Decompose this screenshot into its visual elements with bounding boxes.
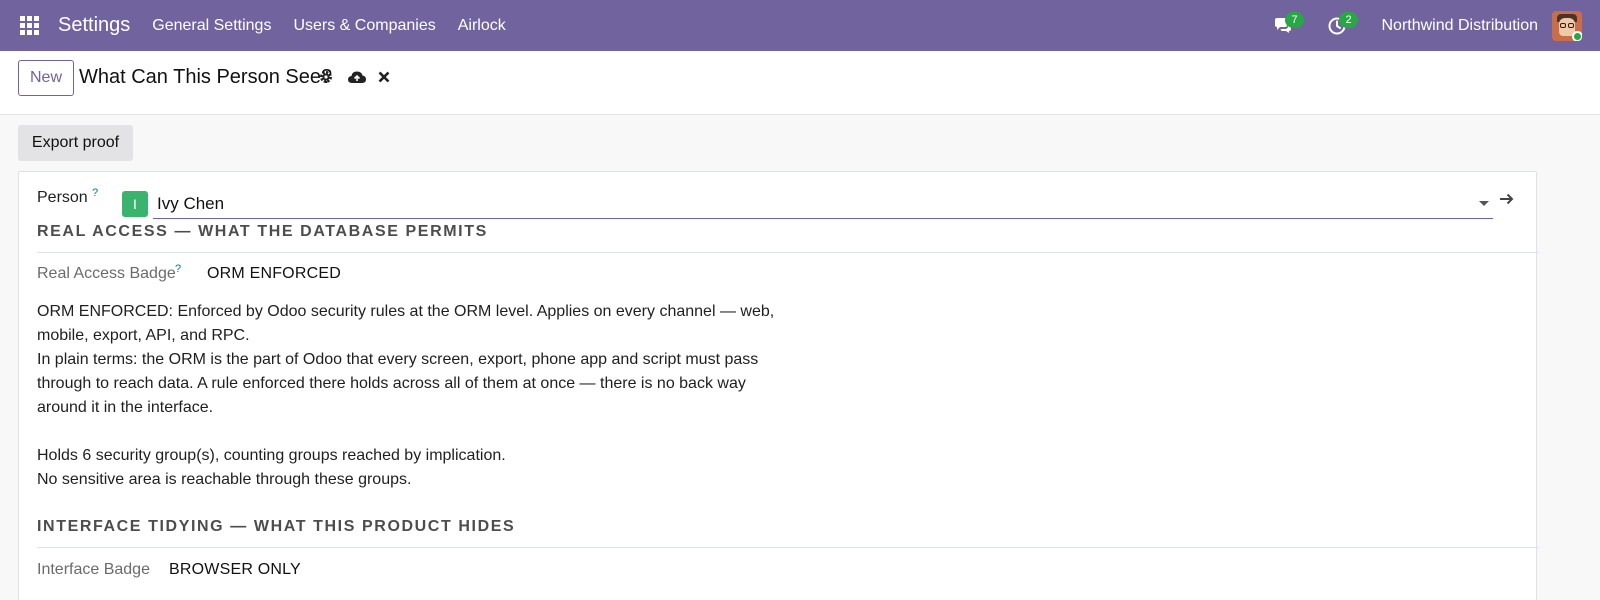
open-record-arrow-icon[interactable] — [1499, 192, 1515, 206]
menu-users-companies[interactable]: Users & Companies — [293, 17, 435, 35]
real-access-section-title: REAL ACCESS — WHAT THE DATABASE PERMITS — [37, 223, 488, 240]
real-access-badge-label: Real Access Badge — [37, 265, 176, 282]
messages-count-badge: 7 — [1285, 12, 1304, 28]
page-title: What Can This Person See? — [79, 66, 333, 88]
interface-section-title: INTERFACE TIDYING — WHAT THIS PRODUCT HI… — [37, 518, 516, 535]
menu-airlock[interactable]: Airlock — [458, 17, 506, 35]
export-proof-button[interactable]: Export proof — [18, 125, 133, 161]
person-label: Person — [37, 189, 88, 206]
cloud-save-icon[interactable] — [347, 69, 367, 85]
online-status-icon — [1572, 30, 1582, 41]
activities-systray[interactable]: 2 — [1327, 0, 1358, 51]
activities-count-badge: 2 — [1339, 12, 1358, 28]
dropdown-caret-icon[interactable] — [1479, 201, 1489, 206]
groups-count-text: Holds 6 security group(s), counting grou… — [37, 447, 506, 464]
apps-menu-icon[interactable] — [0, 0, 58, 51]
enforcement-description: ORM ENFORCED: Enforced by Odoo security … — [37, 303, 775, 344]
messages-systray[interactable]: 7 — [1273, 0, 1304, 51]
plain-terms-description: In plain terms: the ORM is the part of O… — [37, 351, 759, 416]
real-access-help-tooltip[interactable]: ? — [175, 263, 181, 275]
real-access-badge-value: ORM ENFORCED — [207, 265, 341, 282]
real-access-description: ORM ENFORCED: Enforced by Odoo security … — [37, 300, 797, 492]
company-switcher[interactable]: Northwind Distribution — [1381, 17, 1538, 35]
menu-general-settings[interactable]: General Settings — [152, 17, 271, 35]
new-button[interactable]: New — [18, 60, 74, 96]
sensitive-area-text: No sensitive area is reachable through t… — [37, 471, 412, 488]
control-panel: New What Can This Person See? — [0, 51, 1600, 115]
person-help-tooltip[interactable]: ? — [92, 187, 98, 199]
top-navbar: Settings General Settings Users & Compan… — [0, 0, 1600, 51]
interface-badge-label: Interface Badge — [37, 561, 150, 578]
discard-close-icon[interactable] — [378, 71, 390, 83]
person-field[interactable] — [153, 189, 1493, 219]
form-sheet: Person ? I REAL ACCESS — WHAT THE DATABA… — [18, 171, 1539, 600]
section-divider — [37, 547, 1539, 548]
section-divider — [37, 252, 1539, 253]
app-title[interactable]: Settings — [58, 14, 130, 37]
user-avatar[interactable] — [1552, 10, 1582, 41]
interface-badge-value: BROWSER ONLY — [169, 561, 301, 578]
person-avatar: I — [122, 191, 148, 217]
gear-icon[interactable] — [318, 69, 334, 85]
